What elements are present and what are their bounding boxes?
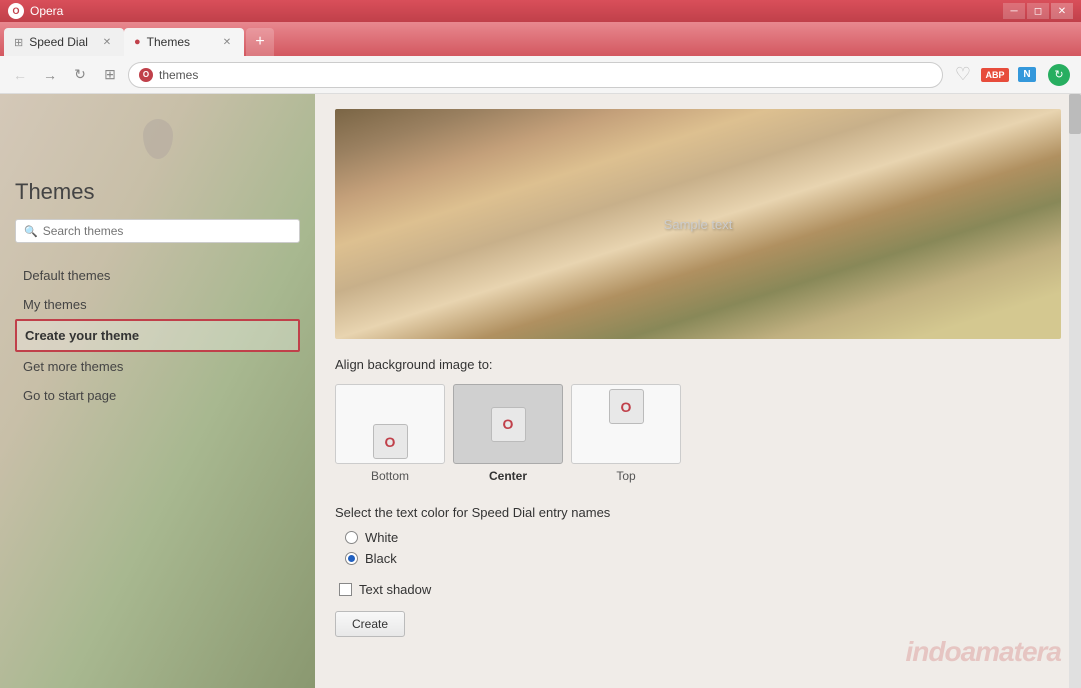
favorites-button[interactable]: ♡ <box>949 61 977 89</box>
align-option-top[interactable]: O Top <box>571 384 681 483</box>
tab-bar: ⊞ Speed Dial ✕ ● Themes ✕ + <box>0 22 1081 56</box>
sample-text: Sample text <box>664 217 733 232</box>
app-name: Opera <box>30 4 63 18</box>
align-box-bottom: O <box>335 384 445 464</box>
tab-speed-dial[interactable]: ⊞ Speed Dial ✕ <box>4 28 124 56</box>
abp-badge: ABP <box>981 68 1008 82</box>
search-input[interactable] <box>43 224 291 238</box>
sidebar-item-my[interactable]: My themes <box>15 290 300 319</box>
sidebar-nav: Default themes My themes Create your the… <box>15 261 300 410</box>
abp-button[interactable]: ABP <box>981 61 1009 89</box>
title-bar: O Opera ─ ◻ ✕ <box>0 0 1081 22</box>
sidebar-item-start[interactable]: Go to start page <box>15 381 300 410</box>
radio-black-circle <box>345 552 358 565</box>
url-display: themes <box>159 68 198 82</box>
watermark: indoamatera <box>906 636 1062 668</box>
n-badge: N <box>1018 67 1035 82</box>
sidebar: Themes 🔍 Default themes My themes Create… <box>0 94 315 688</box>
text-shadow-row: Text shadow <box>335 582 1061 597</box>
sidebar-themes-title: Themes <box>15 179 300 205</box>
n-button[interactable]: N <box>1013 61 1041 89</box>
tab-themes[interactable]: ● Themes ✕ <box>124 28 244 56</box>
sidebar-item-more[interactable]: Get more themes <box>15 352 300 381</box>
preview-image: Sample text <box>335 109 1061 339</box>
text-shadow-label: Text shadow <box>359 582 431 597</box>
sidebar-item-default[interactable]: Default themes <box>15 261 300 290</box>
toolbar-icons: ♡ ABP N ↻ <box>949 61 1073 89</box>
radio-black-label: Black <box>365 551 397 566</box>
title-bar-controls: ─ ◻ ✕ <box>1003 3 1073 19</box>
align-option-bottom[interactable]: O Bottom <box>335 384 445 483</box>
create-button[interactable]: Create <box>335 611 405 637</box>
text-color-section: Select the text color for Speed Dial ent… <box>335 505 1061 566</box>
align-top-label: Top <box>616 469 635 483</box>
drop-shape <box>143 119 173 159</box>
close-button[interactable]: ✕ <box>1051 3 1073 19</box>
align-option-center[interactable]: O Center <box>453 384 563 483</box>
opera-o-icon: O <box>139 68 153 82</box>
restore-button[interactable]: ◻ <box>1027 3 1049 19</box>
align-label: Align background image to: <box>335 357 1061 372</box>
refresh-button[interactable]: ↻ <box>68 63 92 87</box>
tab-speed-dial-label: Speed Dial <box>29 35 88 49</box>
mini-opera-center: O <box>491 407 526 442</box>
text-shadow-checkbox[interactable] <box>339 583 352 596</box>
update-icon: ↻ <box>1048 64 1070 86</box>
address-input-wrap[interactable]: O themes <box>128 62 943 88</box>
heart-icon: ♡ <box>955 64 971 85</box>
scrollbar-track[interactable] <box>1069 94 1081 688</box>
back-button[interactable]: ← <box>8 63 32 87</box>
sidebar-content: Themes 🔍 Default themes My themes Create… <box>15 114 300 410</box>
radio-white-label: White <box>365 530 398 545</box>
align-box-center: O <box>453 384 563 464</box>
themes-icon: ● <box>134 36 141 48</box>
align-center-label: Center <box>489 469 527 483</box>
content-area: Sample text Align background image to: O… <box>315 94 1081 688</box>
align-options: O Bottom O Center O Top <box>335 384 1061 483</box>
tab-speed-dial-close[interactable]: ✕ <box>100 35 114 49</box>
speed-dial-icon: ⊞ <box>14 36 23 49</box>
radio-white[interactable]: White <box>345 530 1061 545</box>
update-button[interactable]: ↻ <box>1045 61 1073 89</box>
speeddial-button[interactable]: ⊞ <box>98 63 122 87</box>
mini-opera-top: O <box>609 389 644 424</box>
search-icon: 🔍 <box>24 225 38 238</box>
radio-group: White Black <box>335 530 1061 566</box>
align-box-top: O <box>571 384 681 464</box>
opera-drop-logo <box>138 114 178 164</box>
title-bar-left: O Opera <box>8 3 63 19</box>
forward-button[interactable]: → <box>38 63 62 87</box>
sidebar-item-create[interactable]: Create your theme <box>15 319 300 352</box>
main-layout: Themes 🔍 Default themes My themes Create… <box>0 94 1081 688</box>
opera-logo: O <box>8 3 24 19</box>
tab-themes-close[interactable]: ✕ <box>220 35 234 49</box>
new-tab-button[interactable]: + <box>246 28 274 56</box>
align-bottom-label: Bottom <box>371 469 409 483</box>
radio-white-circle <box>345 531 358 544</box>
minimize-button[interactable]: ─ <box>1003 3 1025 19</box>
text-color-label: Select the text color for Speed Dial ent… <box>335 505 1061 520</box>
address-bar: ← → ↻ ⊞ O themes ♡ ABP N ↻ <box>0 56 1081 94</box>
radio-black[interactable]: Black <box>345 551 1061 566</box>
scrollbar-thumb[interactable] <box>1069 94 1081 134</box>
mini-opera-bottom: O <box>373 424 408 459</box>
search-box[interactable]: 🔍 <box>15 219 300 243</box>
tab-themes-label: Themes <box>147 35 190 49</box>
